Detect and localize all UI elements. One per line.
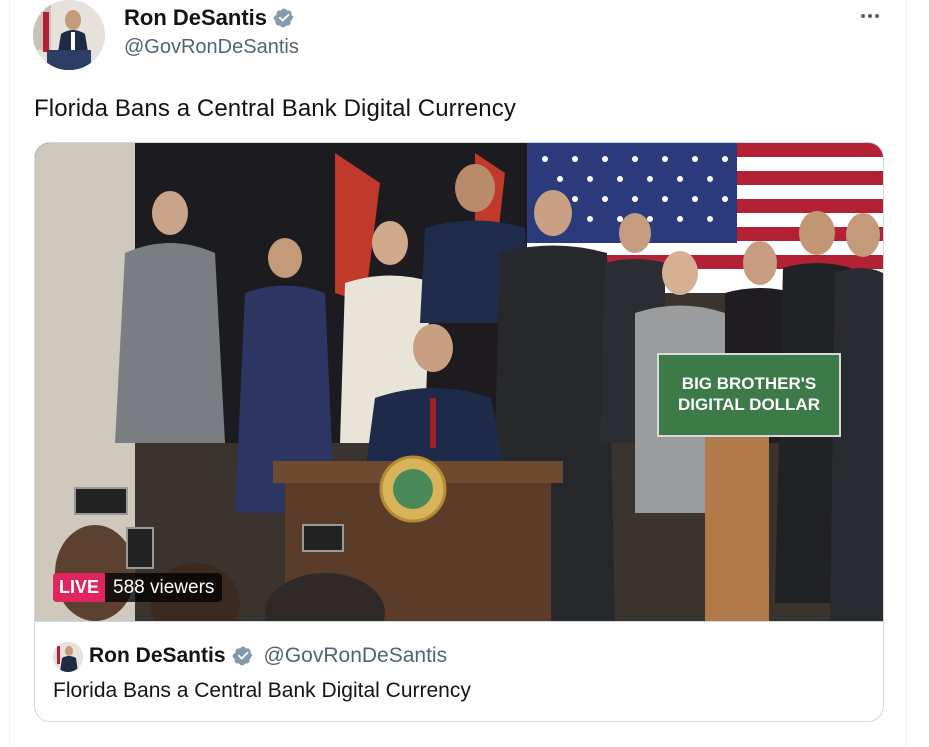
viewer-count: 588 viewers <box>113 576 215 598</box>
more-options-button[interactable] <box>856 2 884 30</box>
broadcast-info[interactable]: Ron DeSantis @GovRonDeSantis Florida Ban… <box>35 621 883 721</box>
live-badge: LIVE <box>53 573 106 602</box>
dot-icon <box>875 14 879 18</box>
embedded-broadcast-card[interactable]: BIG BROTHER'S DIGITAL DOLLAR LIVE 588 vi… <box>34 142 884 722</box>
verified-badge-icon <box>232 646 252 666</box>
live-video-thumbnail[interactable]: BIG BROTHER'S DIGITAL DOLLAR LIVE 588 vi… <box>35 143 883 621</box>
live-status-overlay: LIVE 588 viewers <box>53 573 223 602</box>
quote-author-handle: @GovRonDeSantis <box>263 644 448 667</box>
author-handle[interactable]: @GovRonDeSantis <box>124 36 299 59</box>
tweet-text: Florida Bans a Central Bank Digital Curr… <box>34 95 516 122</box>
dot-icon <box>868 14 872 18</box>
author-name[interactable]: Ron DeSantis <box>124 5 267 31</box>
quote-author-avatar <box>53 642 83 672</box>
author-avatar[interactable] <box>33 0 105 70</box>
broadcast-title: Florida Bans a Central Bank Digital Curr… <box>53 679 471 702</box>
sign-line-1: BIG BROTHER'S <box>681 374 817 393</box>
podium-sign: BIG BROTHER'S DIGITAL DOLLAR <box>657 353 841 437</box>
verified-badge-icon <box>273 8 294 28</box>
sign-line-2: DIGITAL DOLLAR <box>678 395 820 414</box>
author-name-row[interactable]: Ron DeSantis <box>124 5 295 31</box>
quote-author-row: Ron DeSantis @GovRonDeSantis <box>89 644 447 668</box>
dot-icon <box>861 14 865 18</box>
quote-author-name: Ron DeSantis <box>89 644 226 667</box>
